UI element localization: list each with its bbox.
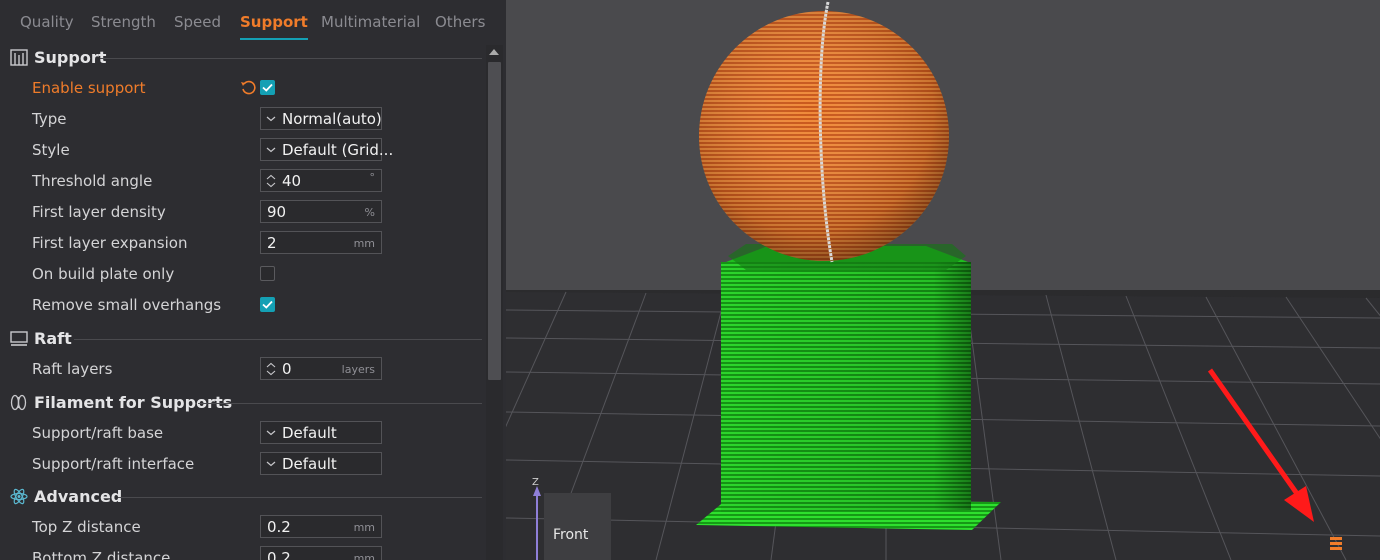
row-raft-layers: Raft layers 0 layers — [0, 356, 486, 382]
section-divider — [198, 403, 482, 404]
section-support: Support — [8, 46, 484, 70]
chevron-down-icon — [266, 116, 276, 122]
bottom-z-distance-unit: mm — [353, 552, 375, 560]
filament-icon — [10, 394, 27, 411]
label-top-z-distance: Top Z distance — [32, 518, 141, 536]
raft-layers-unit: layers — [341, 363, 375, 376]
checkmark-icon — [262, 300, 273, 309]
support-tower-shade — [721, 262, 971, 512]
label-type: Type — [32, 110, 67, 128]
label-first-layer-expansion: First layer expansion — [32, 234, 188, 252]
tab-support[interactable]: Support — [240, 13, 308, 40]
bottom-z-distance-value: 0.2 — [267, 549, 291, 560]
raft-icon — [10, 331, 28, 346]
label-remove-small-overhangs: Remove small overhangs — [32, 296, 222, 314]
tab-strength[interactable]: Strength — [91, 13, 156, 39]
advanced-icon — [10, 488, 28, 505]
label-enable-support: Enable support — [32, 79, 146, 97]
tab-others[interactable]: Others — [435, 13, 485, 39]
spin-arrows-icon[interactable] — [266, 174, 276, 188]
label-support-raft-base: Support/raft base — [32, 424, 164, 442]
label-on-build-plate-only: On build plate only — [32, 265, 175, 283]
settings-panel: Quality Strength Speed Support Multimate… — [0, 0, 506, 560]
layers-icon[interactable] — [1330, 537, 1342, 550]
first-layer-density-input[interactable]: 90 % — [260, 200, 382, 223]
row-bottom-z-distance: Bottom Z distance 0.2 mm — [0, 545, 486, 560]
preview-scene — [506, 0, 1380, 560]
support-raft-base-select[interactable]: Default — [260, 421, 382, 444]
chevron-down-icon — [266, 461, 276, 467]
raft-layers-value: 0 — [282, 360, 292, 378]
3d-viewport[interactable]: Z Front — [506, 0, 1380, 560]
spin-arrows-icon[interactable] — [266, 362, 276, 376]
on-build-plate-only-checkbox[interactable] — [260, 266, 275, 281]
top-z-distance-unit: mm — [353, 521, 375, 534]
section-raft: Raft — [8, 327, 484, 351]
section-title-advanced: Advanced — [34, 487, 123, 506]
chevron-down-icon — [266, 147, 276, 153]
tab-quality[interactable]: Quality — [20, 13, 74, 39]
remove-small-overhangs-checkbox[interactable] — [260, 297, 275, 312]
row-threshold-angle: Threshold angle 40 ° — [0, 168, 486, 194]
view-cube[interactable]: Front — [544, 493, 611, 560]
row-first-layer-density: First layer density 90 % — [0, 199, 486, 225]
z-axis-label: Z — [532, 477, 539, 488]
type-select[interactable]: Normal(auto) — [260, 107, 382, 130]
checkmark-icon — [262, 83, 273, 92]
row-remove-small-overhangs: Remove small overhangs — [0, 292, 486, 318]
label-threshold-angle: Threshold angle — [32, 172, 153, 190]
settings-tab-bar: Quality Strength Speed Support Multimate… — [0, 0, 506, 40]
tab-speed[interactable]: Speed — [174, 13, 221, 39]
style-value: Default (Grid... — [282, 141, 394, 159]
bottom-z-distance-input[interactable]: 0.2 mm — [260, 546, 382, 560]
view-cube-front-label[interactable]: Front — [553, 527, 588, 543]
row-support-raft-base: Support/raft base Default — [0, 420, 486, 446]
row-first-layer-expansion: First layer expansion 2 mm — [0, 230, 486, 256]
chevron-down-icon — [266, 430, 276, 436]
support-icon — [10, 49, 28, 66]
row-type: Type Normal(auto) — [0, 106, 486, 132]
threshold-angle-unit: ° — [369, 171, 376, 184]
first-layer-expansion-unit: mm — [353, 237, 375, 250]
label-support-raft-interface: Support/raft interface — [32, 455, 195, 473]
top-z-distance-value: 0.2 — [267, 518, 291, 536]
label-raft-layers: Raft layers — [32, 360, 113, 378]
label-first-layer-density: First layer density — [32, 203, 166, 221]
style-select[interactable]: Default (Grid... — [260, 138, 393, 161]
reset-icon[interactable] — [240, 80, 256, 96]
support-raft-base-value: Default — [282, 424, 337, 442]
section-filament-for-supports: Filament for Supports — [8, 391, 484, 415]
section-advanced: Advanced — [8, 485, 484, 509]
section-title-support: Support — [34, 48, 107, 67]
row-on-build-plate-only: On build plate only — [0, 261, 486, 287]
section-title-raft: Raft — [34, 329, 72, 348]
enable-support-checkbox[interactable] — [260, 80, 275, 95]
label-bottom-z-distance: Bottom Z distance — [32, 549, 171, 560]
threshold-angle-value: 40 — [282, 172, 302, 190]
support-raft-interface-select[interactable]: Default — [260, 452, 382, 475]
section-divider — [100, 58, 482, 59]
label-style: Style — [32, 141, 70, 159]
scrollbar-thumb[interactable] — [488, 62, 501, 380]
first-layer-density-unit: % — [364, 206, 375, 219]
row-enable-support: Enable support — [0, 75, 486, 101]
support-raft-interface-value: Default — [282, 455, 337, 473]
threshold-angle-input[interactable]: 40 ° — [260, 169, 382, 192]
type-value: Normal(auto) — [282, 110, 382, 128]
first-layer-density-value: 90 — [267, 203, 287, 221]
sphere-shade — [699, 11, 949, 261]
top-z-distance-input[interactable]: 0.2 mm — [260, 515, 382, 538]
raft-layers-input[interactable]: 0 layers — [260, 357, 382, 380]
row-style: Style Default (Grid... — [0, 137, 486, 163]
scroll-up-arrow-icon[interactable] — [489, 49, 499, 55]
tab-multimaterial[interactable]: Multimaterial — [321, 13, 420, 39]
settings-scrollbar[interactable] — [486, 45, 503, 560]
row-support-raft-interface: Support/raft interface Default — [0, 451, 486, 477]
first-layer-expansion-input[interactable]: 2 mm — [260, 231, 382, 254]
row-top-z-distance: Top Z distance 0.2 mm — [0, 514, 486, 540]
first-layer-expansion-value: 2 — [267, 234, 277, 252]
section-divider — [74, 339, 482, 340]
section-divider — [118, 497, 482, 498]
